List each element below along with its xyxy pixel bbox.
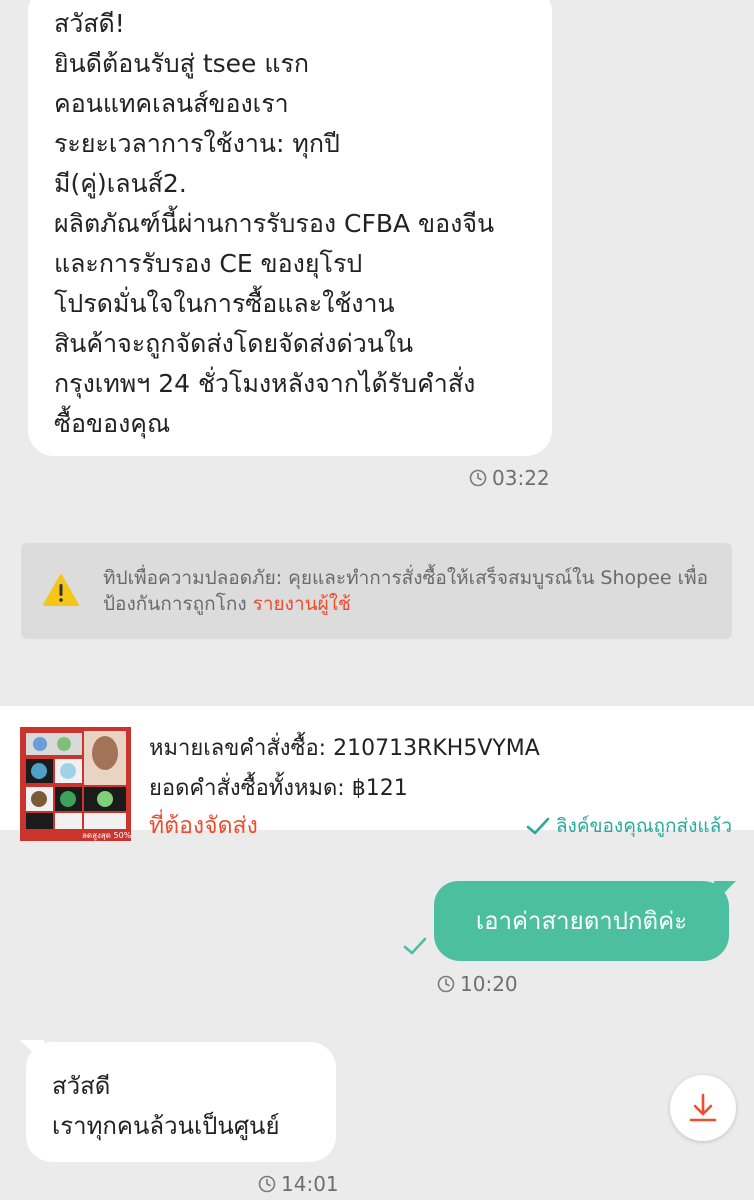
product-image: ลดสูงสุด 50%	[20, 727, 131, 841]
safety-tip-text-block: ทิปเพื่อความปลอดภัย: คุยและทำการสั่งซื้อ…	[103, 565, 723, 617]
check-icon	[526, 817, 550, 835]
message-text-line: ระยะเวลาการใช้งาน: ทุกปี	[54, 129, 340, 158]
clock-icon	[258, 1175, 276, 1193]
message-timestamp: 03:22	[469, 466, 550, 490]
message-text-line: และการรับรอง CE ของยุโรป	[54, 249, 363, 278]
message-text-line: ผลิตภัณฑ์นี้ผ่านการรับรอง CFBA ของจีน	[54, 209, 495, 238]
message-timestamp: 10:20	[437, 972, 518, 996]
download-button[interactable]	[670, 1075, 736, 1141]
thumbnail-badge-text: ลดสูงสุด 50%	[82, 831, 131, 841]
order-number: หมายเลขคำสั่งซื้อ: 210713RKH5VYMA	[149, 736, 540, 761]
timestamp-text: 14:01	[281, 1172, 339, 1196]
order-card[interactable]: ลดสูงสุด 50% หมายเลขคำสั่งซื้อ: 210713RK…	[0, 706, 754, 841]
report-user-link[interactable]: รายงานผู้ใช้	[253, 593, 351, 615]
link-sent-text: ลิงค์ของคุณถูกส่งแล้ว	[555, 815, 732, 837]
message-text-line: สินค้าจะถูกจัดส่งโดยจัดส่งด่วนใน	[54, 329, 414, 358]
incoming-message-bubble[interactable]: สวัสดี เราทุกคนล้วนเป็นศูนย์	[26, 1042, 336, 1162]
clock-icon	[469, 469, 487, 487]
clock-icon	[437, 975, 455, 993]
message-text-line: กรุงเทพฯ 24 ชั่วโมงหลังจากได้รับคำสั่ง	[54, 369, 476, 398]
safety-tip-banner: ทิปเพื่อความปลอดภัย: คุยและทำการสั่งซื้อ…	[21, 543, 732, 639]
message-text-line: ซื้อของคุณ	[54, 409, 171, 438]
timestamp-text: 10:20	[460, 972, 518, 996]
outgoing-message-bubble[interactable]: เอาค่าสายตาปกติค่ะ	[434, 881, 729, 961]
timestamp-text: 03:22	[492, 466, 550, 490]
message-text-line: มี(คู่)เลนส์2.	[54, 169, 187, 198]
order-total: ยอดคำสั่งซื้อทั้งหมด: ฿121	[149, 776, 408, 801]
download-icon	[689, 1093, 717, 1122]
product-thumbnail: ลดสูงสุด 50%	[20, 727, 131, 841]
warning-icon	[43, 574, 79, 606]
message-timestamp: 14:01	[258, 1172, 339, 1196]
message-text-line: เราทุกคนล้วนเป็นศูนย์	[52, 1112, 280, 1140]
message-text-line: ยินดีต้อนรับสู่ tsee แรก	[54, 49, 310, 78]
message-text-line: สวัสดี!	[54, 9, 125, 38]
safety-tip-text: ทิปเพื่อความปลอดภัย: คุยและทำการสั่งซื้อ…	[103, 567, 709, 615]
message-text-line: คอนแทคเลนส์ของเรา	[54, 89, 289, 118]
order-status: ที่ต้องจัดส่ง	[149, 813, 258, 839]
incoming-message-bubble[interactable]: สวัสดี! ยินดีต้อนรับสู่ tsee แรก คอนแทคเ…	[28, 0, 552, 456]
check-icon	[403, 937, 427, 955]
link-sent-status: ลิงค์ของคุณถูกส่งแล้ว	[526, 811, 732, 841]
message-text-line: โปรดมั่นใจในการซื้อและใช้งาน	[54, 289, 395, 318]
message-text-line: สวัสดี	[52, 1072, 111, 1100]
